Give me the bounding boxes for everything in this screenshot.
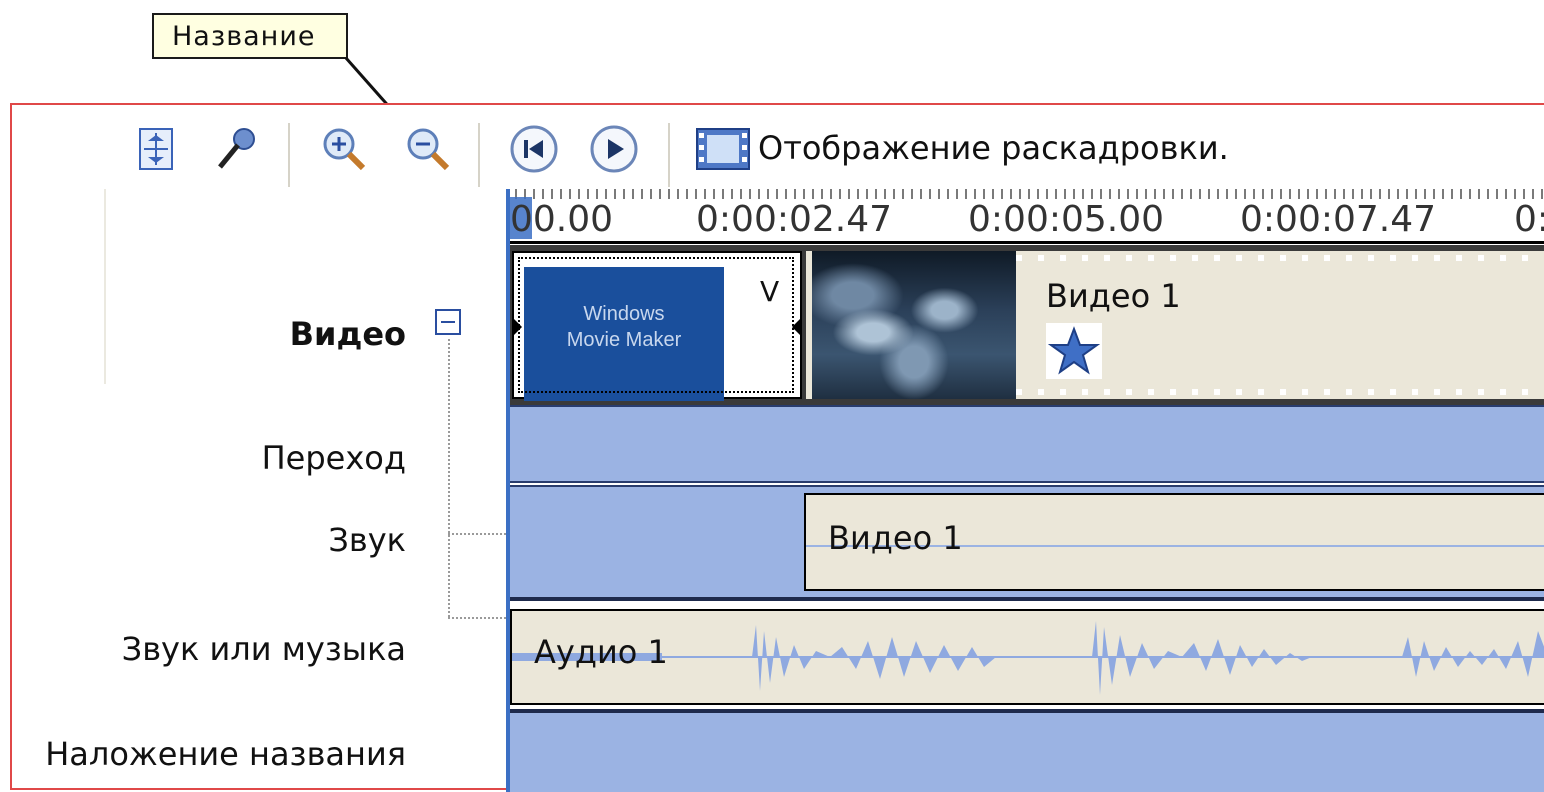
video-clip-name: Видео 1 — [1046, 277, 1181, 315]
track-label-audio: Звук — [328, 521, 406, 559]
title-overlay-track[interactable] — [506, 709, 1544, 792]
music-clip-name: Аудио 1 — [534, 633, 668, 671]
narrate-button[interactable] — [210, 123, 262, 175]
video-clip[interactable]: Видео 1 — [806, 251, 1544, 399]
video-clip-thumbnail — [812, 251, 1016, 399]
zoom-out-button[interactable] — [402, 123, 454, 175]
playhead[interactable] — [506, 189, 510, 792]
music-clip[interactable]: Аудио 1 — [510, 609, 1544, 705]
trim-handle-left[interactable] — [512, 317, 522, 337]
title-callout-label: Название — [172, 20, 316, 52]
zoom-out-icon — [407, 128, 450, 171]
tree-line — [448, 617, 506, 619]
title-clip[interactable]: Windows Movie Maker V — [512, 251, 802, 401]
ruler-tick-label: 0: — [1514, 199, 1544, 240]
audio-track[interactable]: Видео 1 — [506, 485, 1544, 597]
tree-line — [448, 339, 450, 617]
ruler-ticks — [506, 189, 1544, 199]
track-label-title-overlay: Наложение названия — [45, 735, 406, 773]
transition-track[interactable] — [506, 405, 1544, 483]
track-label-video: Видео — [289, 315, 406, 353]
title-thumb-line: Windows — [583, 303, 665, 325]
music-track[interactable]: Аудио 1 — [506, 597, 1544, 709]
play-icon — [590, 125, 638, 173]
title-clip-thumbnail: Windows Movie Maker — [524, 267, 724, 401]
toolbar-separator — [478, 123, 480, 187]
track-label-transition: Переход — [261, 439, 406, 477]
audio-levels-button[interactable] — [130, 123, 182, 175]
zoom-in-icon — [323, 128, 366, 171]
filmstrip-icon — [696, 128, 750, 170]
timeline-area[interactable]: 00.00 0:00:02.47 0:00:05.00 0:00:07.47 0… — [506, 189, 1544, 792]
title-thumb-line: Movie Maker — [566, 329, 682, 351]
ruler-tick-label: 00.00 — [510, 199, 614, 240]
storyboard-button[interactable] — [694, 123, 752, 175]
title-callout: Название — [152, 13, 348, 59]
film-perforation — [1016, 389, 1544, 395]
timeline-panel: Отображение раскадровки. Видео Переход З… — [10, 103, 1544, 792]
track-label-music: Звук или музыка — [121, 630, 406, 668]
toolbar-separator — [668, 123, 670, 187]
title-clip-letter: V — [760, 275, 780, 308]
timeline-toolbar: Отображение раскадровки. — [12, 105, 1542, 189]
video-track: Windows Movie Maker V Видео 1 — [506, 245, 1544, 405]
play-button[interactable] — [588, 123, 640, 175]
audio-clip[interactable]: Видео 1 — [804, 493, 1544, 591]
audio-clip-name: Видео 1 — [828, 519, 963, 557]
collapse-video-button[interactable] — [435, 309, 461, 335]
effect-badge[interactable] — [1046, 323, 1102, 379]
rewind-icon — [510, 125, 558, 173]
pane-divider — [104, 189, 106, 384]
ruler-tick-label: 0:00:02.47 — [696, 199, 893, 240]
tree-line — [448, 533, 506, 535]
ruler-tick-label: 0:00:05.00 — [968, 199, 1165, 240]
star-effect-icon — [1048, 326, 1100, 375]
storyboard-label[interactable]: Отображение раскадровки. — [758, 129, 1229, 167]
zoom-in-button[interactable] — [318, 123, 370, 175]
audio-levels-icon — [139, 128, 173, 170]
ruler-tick-label: 0:00:07.47 — [1240, 199, 1437, 240]
toolbar-separator — [288, 123, 290, 187]
time-ruler[interactable]: 00.00 0:00:02.47 0:00:05.00 0:00:07.47 0… — [506, 189, 1544, 244]
microphone-icon — [218, 128, 255, 169]
rewind-button[interactable] — [508, 123, 560, 175]
film-perforation — [1016, 255, 1544, 261]
track-labels-pane: Видео Переход Звук Звук или музыка Налож… — [12, 189, 506, 789]
trim-handle-right[interactable] — [792, 317, 802, 337]
